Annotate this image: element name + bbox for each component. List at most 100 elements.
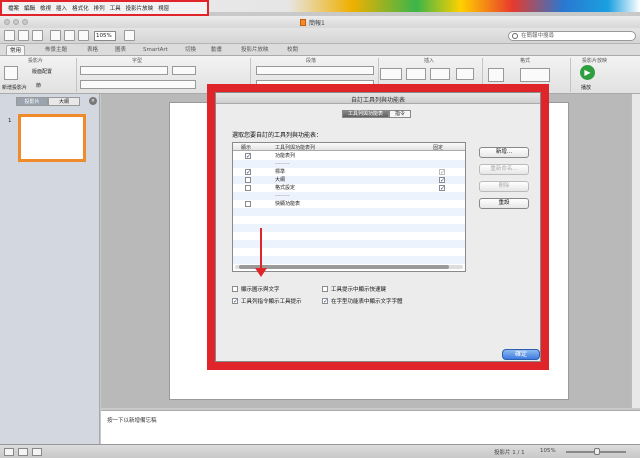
panel-tab-bar: 投影片 大綱 bbox=[16, 97, 80, 106]
show-checkbox[interactable]: ✓ bbox=[245, 153, 251, 160]
option-checkbox[interactable] bbox=[322, 286, 328, 292]
menu-edit[interactable]: 編輯 bbox=[24, 4, 35, 12]
option-show-icon-text[interactable]: 顯示圖示與文字 bbox=[232, 285, 280, 293]
font-formatting-buttons[interactable] bbox=[80, 80, 196, 89]
tab-commands[interactable]: 指令 bbox=[389, 110, 412, 118]
shape-fill-icon[interactable] bbox=[520, 68, 550, 82]
menu-file[interactable]: 檔案 bbox=[8, 4, 19, 12]
list-item[interactable]: 格式設定 ✓ bbox=[233, 184, 465, 192]
option-font-preview[interactable]: ✓ 在字型功能表中顯示文字字體 bbox=[322, 297, 403, 305]
menu-insert[interactable]: 插入 bbox=[56, 4, 67, 12]
menu-window[interactable]: 視窗 bbox=[158, 4, 169, 12]
tab-outline[interactable]: 大綱 bbox=[48, 97, 80, 106]
list-item-label: 格式設定 bbox=[275, 185, 296, 191]
help-icon[interactable] bbox=[124, 30, 135, 41]
font-name-select[interactable] bbox=[80, 66, 168, 75]
option-checkbox[interactable]: ✓ bbox=[322, 298, 328, 305]
picture-icon[interactable] bbox=[430, 68, 450, 80]
dialog-highlight: 自訂工具列與功能表 工具列與功能表 指令 選取您要自訂的工具列與功能表： 顯示 … bbox=[207, 84, 549, 370]
tab-smartart[interactable]: SmartArt bbox=[140, 45, 171, 55]
slideshow-view-icon[interactable] bbox=[32, 448, 42, 456]
vertical-scrollbar[interactable] bbox=[631, 94, 640, 408]
quick-styles-icon[interactable] bbox=[488, 68, 504, 82]
play-icon[interactable]: ▶ bbox=[580, 65, 595, 80]
tab-animations[interactable]: 動畫 bbox=[208, 45, 225, 55]
layout-button[interactable]: 版面配置 bbox=[32, 68, 52, 75]
show-checkbox[interactable] bbox=[245, 185, 251, 191]
zoom-select[interactable]: 105% bbox=[94, 31, 116, 41]
slide-thumbnail[interactable] bbox=[18, 114, 86, 162]
tab-toolbars-menus[interactable]: 工具列與功能表 bbox=[342, 110, 390, 118]
tab-slideshow[interactable]: 投影片放映 bbox=[238, 45, 272, 55]
tab-charts[interactable]: 圖表 bbox=[112, 45, 129, 55]
menubar: 檔案 編輯 檢視 插入 格式化 排列 工具 投影片放映 視窗 bbox=[0, 0, 209, 16]
locked-checkbox[interactable]: ✓ bbox=[439, 185, 445, 192]
close-window-button[interactable] bbox=[4, 19, 10, 25]
list-item[interactable]: ✓ 標準 ✓ bbox=[233, 168, 465, 176]
slide-sorter-icon[interactable] bbox=[18, 448, 28, 456]
annotation-arrow-head bbox=[255, 268, 267, 277]
menu-arrange[interactable]: 排列 bbox=[94, 4, 105, 12]
shape-icon[interactable] bbox=[406, 68, 426, 80]
scrollbar-thumb[interactable] bbox=[239, 265, 449, 269]
list-separator: -------- bbox=[275, 161, 290, 167]
new-toolbar-button[interactable]: 新增... bbox=[479, 147, 529, 158]
tab-home[interactable]: 常用 bbox=[6, 45, 26, 55]
option-checkbox[interactable]: ✓ bbox=[232, 298, 238, 305]
save-icon[interactable] bbox=[18, 30, 29, 41]
show-checkbox[interactable]: ✓ bbox=[245, 169, 251, 176]
new-slide-icon[interactable] bbox=[4, 66, 18, 80]
show-checkbox[interactable] bbox=[245, 177, 251, 183]
option-toolbar-tooltips[interactable]: ✓ 工具列指令顯示工具提示 bbox=[232, 297, 302, 305]
option-show-shortcut[interactable]: 工具提示中顯示快速鍵 bbox=[322, 285, 386, 293]
menu-format[interactable]: 格式化 bbox=[72, 4, 89, 12]
close-icon[interactable]: × bbox=[89, 97, 97, 105]
ok-button[interactable]: 確定 bbox=[502, 349, 540, 360]
group-label-slideshow: 投影片放映 bbox=[582, 58, 608, 64]
notes-placeholder: 按一下以新增備忘稿 bbox=[107, 418, 157, 424]
search-input[interactable]: 在簡報中搜尋 bbox=[508, 31, 636, 41]
reset-button[interactable]: 重設 bbox=[479, 198, 529, 209]
tab-transitions[interactable]: 切換 bbox=[182, 45, 199, 55]
list-item[interactable]: -------- bbox=[233, 192, 465, 200]
print-icon[interactable] bbox=[32, 30, 43, 41]
tab-themes[interactable]: 佈景主題 bbox=[42, 45, 70, 55]
normal-view-icon[interactable] bbox=[4, 448, 14, 456]
annotation-arrow bbox=[260, 228, 262, 272]
group-label-font: 字型 bbox=[132, 58, 143, 64]
zoom-slider-handle[interactable] bbox=[594, 448, 600, 455]
list-item[interactable]: 快顯功能表 bbox=[233, 200, 465, 208]
menu-view[interactable]: 檢視 bbox=[40, 4, 51, 12]
arrange-icon[interactable] bbox=[456, 68, 474, 80]
list-item-label: 功能表列 bbox=[275, 153, 296, 159]
list-item[interactable]: -------- bbox=[233, 160, 465, 168]
list-item bbox=[233, 208, 465, 216]
tab-slides[interactable]: 投影片 bbox=[16, 97, 48, 106]
tab-review[interactable]: 校閱 bbox=[284, 45, 301, 55]
paragraph-list-buttons[interactable] bbox=[256, 66, 374, 75]
show-checkbox[interactable] bbox=[245, 201, 251, 207]
rename-button[interactable]: 重新命名... bbox=[479, 164, 529, 175]
font-size-select[interactable] bbox=[172, 66, 196, 75]
minimize-window-button[interactable] bbox=[13, 19, 19, 25]
list-item[interactable]: ✓ 功能表列 bbox=[233, 152, 465, 160]
menu-slideshow[interactable]: 投影片放映 bbox=[126, 4, 154, 12]
toolbars-list[interactable]: 顯示 工具列與功能表列 固定 ✓ 功能表列 -------- ✓ 標準 ✓ 大綱… bbox=[232, 142, 466, 272]
section-button[interactable]: 節 bbox=[36, 82, 41, 89]
zoom-window-button[interactable] bbox=[22, 19, 28, 25]
undo-icon[interactable] bbox=[50, 30, 61, 41]
new-icon[interactable] bbox=[4, 30, 15, 41]
column-name: 工具列與功能表列 bbox=[275, 145, 316, 151]
list-item[interactable]: 大綱 ✓ bbox=[233, 176, 465, 184]
list-item-label: 快顯功能表 bbox=[275, 201, 301, 207]
option-checkbox[interactable] bbox=[232, 286, 238, 292]
notes-pane[interactable]: 按一下以新增備忘稿 bbox=[101, 410, 640, 444]
locked-checkbox[interactable]: ✓ bbox=[439, 177, 445, 184]
tab-tables[interactable]: 表格 bbox=[84, 45, 101, 55]
text-box-icon[interactable] bbox=[380, 68, 402, 80]
gallery-icon[interactable] bbox=[78, 30, 89, 41]
delete-button[interactable]: 刪除 bbox=[479, 181, 529, 192]
list-horizontal-scrollbar[interactable] bbox=[235, 265, 463, 269]
menu-tools[interactable]: 工具 bbox=[110, 4, 121, 12]
redo-icon[interactable] bbox=[64, 30, 75, 41]
